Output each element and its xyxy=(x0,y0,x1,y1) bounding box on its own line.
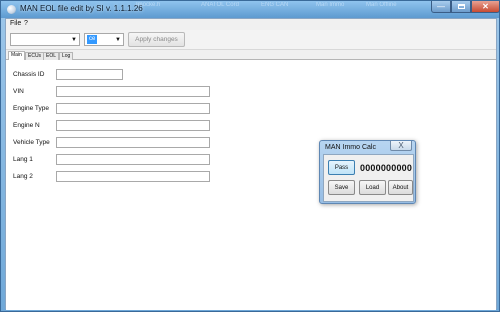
vin-label: VIN xyxy=(13,88,24,95)
background-taskbar-item: Man Offline xyxy=(366,2,397,8)
minimize-button[interactable]: — xyxy=(431,1,451,13)
lang2-label: Lang 2 xyxy=(13,173,33,180)
tab-log[interactable]: Log xyxy=(59,52,74,60)
language-select-value: ce xyxy=(87,35,98,44)
close-button[interactable]: ✕ xyxy=(471,1,500,13)
immo-dialog-body: Pass 0000000000 Save Load About xyxy=(323,154,414,202)
engine-number-input[interactable] xyxy=(56,120,210,131)
engine-number-label: Engine N xyxy=(13,122,40,129)
title-bar[interactable]: MAN EOL file edit by SI v. 1.1.1.26 Imoc… xyxy=(1,1,500,18)
background-taskbar-item: ANATOL Cord xyxy=(201,2,239,8)
about-button[interactable]: About xyxy=(388,180,413,195)
chassis-id-label: Chassis ID xyxy=(13,71,45,78)
background-taskbar-item: ENG CAN xyxy=(261,2,289,8)
menu-item-file[interactable]: File xyxy=(10,20,21,27)
ecu-select[interactable]: ▼ xyxy=(10,33,80,46)
tab-strip: Main ECUs EOL Log xyxy=(6,51,496,61)
vehicle-type-input[interactable] xyxy=(56,137,210,148)
pass-value: 0000000000 xyxy=(360,163,413,173)
tab-eol[interactable]: EOL xyxy=(43,52,60,60)
main-window: MAN EOL file edit by SI v. 1.1.1.26 Imoc… xyxy=(0,0,500,312)
window-title: MAN EOL file edit by SI v. 1.1.1.26 xyxy=(20,4,143,13)
vehicle-type-label: Vehicle Type xyxy=(13,139,50,146)
chassis-id-input[interactable] xyxy=(56,69,123,80)
immo-dialog-title: MAN Immo Calc xyxy=(325,144,376,151)
chevron-down-icon[interactable]: ▼ xyxy=(69,34,79,45)
load-button[interactable]: Load xyxy=(359,180,386,195)
chevron-down-icon[interactable]: ▼ xyxy=(113,34,123,45)
maximize-icon xyxy=(457,4,465,9)
language-select[interactable]: ce ▼ xyxy=(84,33,124,46)
lang1-label: Lang 1 xyxy=(13,156,33,163)
immo-calc-dialog: MAN Immo Calc X Pass 0000000000 Save Loa… xyxy=(319,140,416,204)
main-tab-panel: Chassis ID VIN Engine Type Engine N Vehi… xyxy=(6,60,496,310)
toolbar: ▼ ce ▼ Apply changes xyxy=(6,30,496,50)
pass-button[interactable]: Pass xyxy=(328,160,355,175)
background-taskbar-item: Imocke.h xyxy=(136,2,161,8)
vin-input[interactable] xyxy=(56,86,210,97)
menu-item-help[interactable]: ? xyxy=(24,20,28,27)
close-icon: ✕ xyxy=(482,2,489,11)
background-taskbar-item: Man Immo xyxy=(316,2,345,8)
immo-dialog-close-button[interactable]: X xyxy=(390,141,412,151)
save-button[interactable]: Save xyxy=(328,180,355,195)
maximize-button[interactable] xyxy=(451,1,471,13)
tab-ecus[interactable]: ECUs xyxy=(25,52,45,60)
lang1-input[interactable] xyxy=(56,154,210,165)
minimize-icon: — xyxy=(437,2,445,11)
apply-changes-button[interactable]: Apply changes xyxy=(128,32,185,47)
app-icon xyxy=(7,5,16,14)
lang2-input[interactable] xyxy=(56,171,210,182)
menu-bar: File ? xyxy=(6,19,496,30)
close-icon: X xyxy=(398,141,404,150)
background-taskbar: Imocke.h ANATOL Cord ENG CAN Man Immo Ma… xyxy=(136,2,426,17)
engine-type-input[interactable] xyxy=(56,103,210,114)
client-area: File ? ▼ ce ▼ Apply changes Main ECUs EO… xyxy=(5,18,497,310)
engine-type-label: Engine Type xyxy=(13,105,50,112)
